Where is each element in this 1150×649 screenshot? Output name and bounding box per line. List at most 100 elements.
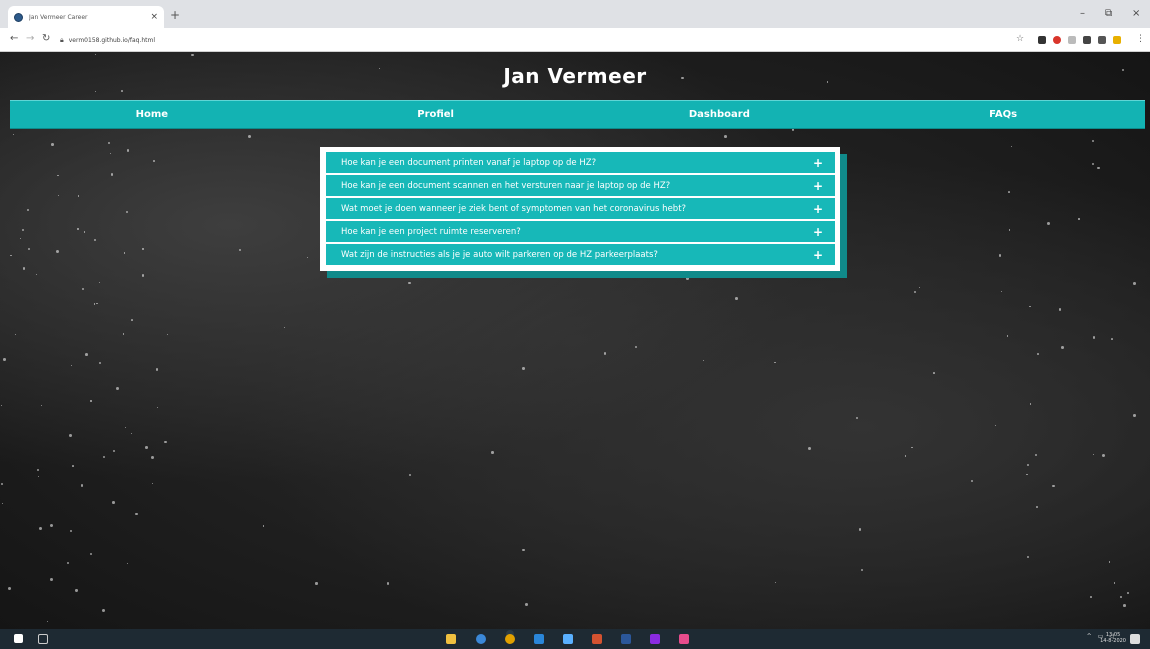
background-speck (1102, 454, 1106, 458)
taskbar-clock[interactable]: 13:05 14-8-2020 (1100, 632, 1126, 644)
windows-start-icon[interactable] (14, 634, 23, 643)
background-speck (994, 425, 996, 427)
app-icon[interactable] (563, 634, 573, 644)
background-speck (0, 405, 2, 407)
background-speck (56, 249, 60, 253)
background-speck (408, 282, 411, 285)
expand-plus-icon[interactable]: + (813, 249, 823, 261)
faq-accordion: Hoe kan je een document printen vanaf je… (320, 147, 840, 271)
extension-icon[interactable] (1053, 36, 1061, 44)
background-speck (152, 159, 155, 162)
background-speck (1026, 555, 1029, 558)
maximize-button[interactable]: ⧉ (1105, 8, 1112, 19)
background-speck (283, 327, 286, 329)
app-icon[interactable] (650, 634, 660, 644)
background-speck (90, 400, 92, 402)
tab-close-icon[interactable]: × (150, 12, 158, 22)
background-speck (1111, 338, 1114, 341)
background-speck (98, 281, 101, 284)
powerpoint-icon[interactable] (592, 634, 602, 644)
new-tab-button[interactable]: + (170, 9, 180, 21)
site-title: Jan Vermeer (503, 64, 647, 88)
background-speck (144, 445, 148, 449)
menu-kebab-icon[interactable]: ⋮ (1136, 33, 1145, 45)
clock-date: 14-8-2020 (1100, 638, 1126, 644)
bookmark-star-icon[interactable]: ☆ (1016, 33, 1024, 45)
background-speck (263, 525, 265, 527)
background-speck (164, 440, 167, 443)
address-bar[interactable]: 🔒︎ verm0158.github.io/faq.html (60, 32, 1020, 48)
background-speck (8, 587, 11, 591)
background-speck (919, 286, 921, 289)
extension-icon[interactable] (1068, 36, 1076, 44)
faq-item[interactable]: Hoe kan je een project ruimte reserveren… (326, 221, 835, 242)
expand-plus-icon[interactable]: + (813, 226, 823, 238)
background-speck (248, 135, 252, 138)
profile-avatar-icon[interactable] (1113, 36, 1121, 44)
expand-plus-icon[interactable]: + (813, 180, 823, 192)
nav-profiel[interactable]: Profiel (294, 101, 578, 128)
back-arrow-icon[interactable]: ← (10, 33, 18, 45)
faq-item[interactable]: Wat moet je doen wanneer je ziek bent of… (326, 198, 835, 219)
app-icon[interactable] (534, 634, 544, 644)
browser-tab[interactable]: Jan Vermeer Career × (8, 6, 164, 28)
background-speck (131, 319, 134, 322)
expand-plus-icon[interactable]: + (813, 203, 823, 215)
app-icon[interactable] (476, 634, 486, 644)
background-speck (72, 465, 74, 467)
background-speck (1029, 402, 1032, 405)
extension-icon[interactable] (1038, 36, 1046, 44)
background-speck (1133, 282, 1136, 285)
close-window-button[interactable]: × (1132, 8, 1140, 19)
background-speck (125, 426, 127, 428)
background-speck (94, 90, 97, 93)
nav-dashboard[interactable]: Dashboard (578, 101, 862, 128)
background-speck (1092, 139, 1095, 143)
extension-icon[interactable] (1098, 36, 1106, 44)
faq-item[interactable]: Wat zijn de instructies als je je auto w… (326, 244, 835, 265)
extension-icon[interactable] (1083, 36, 1091, 44)
address-url: verm0158.github.io/faq.html (68, 36, 156, 44)
notifications-icon[interactable] (1130, 634, 1140, 644)
background-speck (522, 549, 525, 552)
nav-faqs[interactable]: FAQs (861, 101, 1145, 128)
chevron-up-icon[interactable]: ^ (1087, 633, 1092, 640)
background-speck (57, 174, 59, 177)
background-speck (47, 621, 49, 623)
faq-question: Wat moet je doen wanneer je ziek bent of… (341, 203, 687, 214)
background-speck (1047, 222, 1051, 226)
background-speck (107, 142, 110, 145)
background-speck (1097, 166, 1100, 170)
minimize-button[interactable]: – (1080, 8, 1085, 19)
background-speck (634, 345, 638, 349)
faq-item[interactable]: Hoe kan je een document printen vanaf je… (326, 152, 835, 173)
background-speck (70, 529, 73, 532)
background-speck (491, 451, 494, 454)
background-speck (84, 231, 86, 233)
nav-home[interactable]: Home (10, 101, 294, 128)
background-speck (603, 352, 606, 355)
background-speck (77, 228, 79, 230)
task-view-icon[interactable] (38, 634, 48, 644)
expand-plus-icon[interactable]: + (813, 157, 823, 169)
background-speck (775, 581, 777, 584)
background-speck (1123, 603, 1126, 607)
background-speck (109, 152, 112, 154)
faq-item[interactable]: Hoe kan je een document scannen en het v… (326, 175, 835, 196)
background-speck (904, 455, 907, 457)
background-speck (22, 267, 26, 271)
reload-icon[interactable]: ↻ (42, 33, 50, 45)
word-icon[interactable] (621, 634, 631, 644)
background-speck (971, 480, 974, 483)
background-speck (112, 500, 116, 504)
background-speck (155, 368, 158, 371)
background-speck (115, 387, 119, 391)
background-speck (1007, 191, 1010, 193)
background-speck (1011, 145, 1013, 147)
file-explorer-icon[interactable] (446, 634, 456, 644)
background-speck (89, 552, 93, 556)
forward-arrow-icon[interactable]: → (26, 33, 34, 45)
chrome-icon[interactable] (505, 634, 515, 644)
app-icon[interactable] (679, 634, 689, 644)
tab-title: Jan Vermeer Career (29, 13, 88, 21)
